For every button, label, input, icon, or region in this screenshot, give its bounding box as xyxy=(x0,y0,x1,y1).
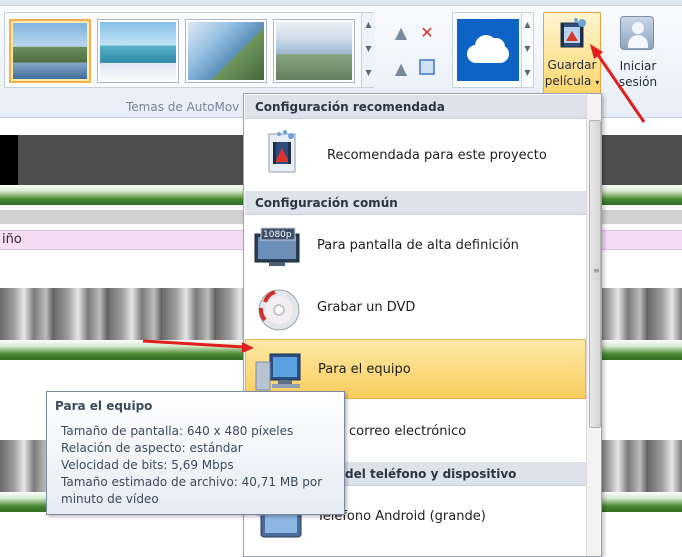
arrow-to-computer-item xyxy=(142,339,245,349)
annotation-arrows xyxy=(142,44,646,353)
arrow-to-save-movie xyxy=(594,51,646,123)
arrowhead-computer-item xyxy=(242,342,254,353)
